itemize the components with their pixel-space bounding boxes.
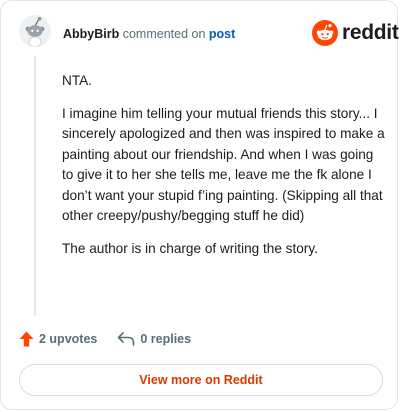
- commented-on-text: commented on: [122, 27, 206, 41]
- thread-line[interactable]: [34, 56, 36, 316]
- view-more-label: View more on Reddit: [139, 373, 263, 387]
- upvote-arrow-icon: [19, 331, 34, 347]
- upvote-button[interactable]: 2 upvotes: [19, 331, 97, 347]
- replies-button[interactable]: 0 replies: [117, 332, 191, 346]
- reply-arrow-icon: [118, 332, 135, 346]
- reddit-brand[interactable]: reddit: [312, 20, 399, 46]
- comment-paragraph: The author is in charge of writing the s…: [62, 240, 318, 256]
- comment-paragraph: NTA.: [62, 73, 92, 88]
- comment-body: NTA. I imagine him telling your mutual f…: [62, 71, 388, 271]
- reddit-wordmark: reddit: [342, 21, 399, 44]
- comment-paragraph: I imagine him telling your mutual friend…: [62, 105, 385, 224]
- reply-count: 0 replies: [140, 332, 192, 346]
- comment-embed-card: AbbyBirb commented on post reddit NTA. I…: [0, 0, 399, 410]
- snoo-avatar-icon: [19, 15, 51, 47]
- avatar[interactable]: [19, 15, 51, 47]
- view-more-button[interactable]: View more on Reddit: [19, 364, 383, 396]
- reddit-snoo-icon: [312, 20, 338, 46]
- comment-header: AbbyBirb commented on post: [63, 26, 235, 42]
- comment-actions: 2 upvotes 0 replies: [19, 331, 191, 347]
- post-link[interactable]: post: [209, 27, 235, 41]
- upvote-count: 2 upvotes: [39, 332, 98, 346]
- author-name[interactable]: AbbyBirb: [63, 27, 119, 41]
